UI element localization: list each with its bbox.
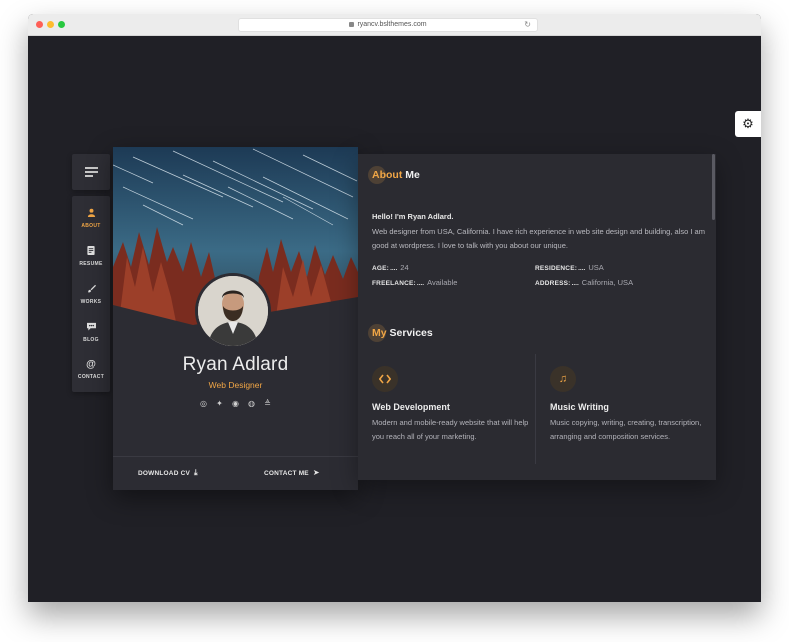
download-icon: ⤓ <box>194 468 198 477</box>
info-dots: .... <box>390 265 398 272</box>
music-icon: ♫ <box>550 366 576 392</box>
service-divider <box>535 354 536 464</box>
browser-window: ryancv.bslthemes.com ↻ ⚙ ABOUT RESUME WO… <box>28 14 761 602</box>
info-key: FREELANCE: <box>372 280 416 287</box>
nav-item-contact[interactable]: @ CONTACT <box>72 351 110 389</box>
content-panel: About Me Hello! I'm Ryan Adlard. Web des… <box>358 154 716 480</box>
info-dots: .... <box>416 280 425 287</box>
menu-toggle-button[interactable] <box>72 154 110 190</box>
document-icon <box>87 245 95 257</box>
download-cv-label: DOWNLOAD CV <box>138 470 191 477</box>
info-value: California, USA <box>581 278 634 287</box>
info-key: RESIDENCE: <box>535 265 578 272</box>
info-dots: .... <box>578 265 586 272</box>
scrollbar[interactable] <box>712 154 715 220</box>
contact-me-label: CONTACT ME <box>264 470 309 477</box>
profile-card: Ryan Adlard Web Designer ◎ ✦ ◉ ◍ ≜ DOWNL… <box>113 147 358 490</box>
title-rest-text: Me <box>402 169 420 181</box>
social-links: ◎ ✦ ◉ ◍ ≜ <box>113 399 358 408</box>
nav-item-label: ABOUT <box>81 222 101 229</box>
nav-item-blog[interactable]: BLOG <box>72 313 110 351</box>
nav-item-label: WORKS <box>80 298 102 305</box>
nav-list: ABOUT RESUME WORKS BLOG @ CONTACT <box>72 196 110 392</box>
address-bar[interactable]: ryancv.bslthemes.com ↻ <box>238 18 538 32</box>
profile-card-footer: DOWNLOAD CV ⤓ CONTACT ME ➤ <box>113 456 358 490</box>
download-cv-button[interactable]: DOWNLOAD CV ⤓ <box>138 468 198 478</box>
nav-item-label: RESUME <box>79 260 103 267</box>
avatar <box>195 273 271 349</box>
page-viewport: ⚙ ABOUT RESUME WORKS BLOG @ CONTACT Ryan… <box>28 36 761 602</box>
info-address: ADDRESS:.... California, USA <box>535 278 633 287</box>
info-freelance: FREELANCE:.... Available <box>372 278 457 287</box>
maximize-window-button[interactable] <box>58 21 65 28</box>
nav-item-label: BLOG <box>83 336 99 343</box>
browser-titlebar: ryancv.bslthemes.com ↻ <box>28 14 761 36</box>
about-section-title: About Me <box>368 166 420 184</box>
info-value: 24 <box>400 263 409 272</box>
address-bar-url: ryancv.bslthemes.com <box>357 21 427 28</box>
info-value: Available <box>427 278 458 287</box>
profile-role: Web Designer <box>208 380 263 390</box>
info-key: ADDRESS: <box>535 280 571 287</box>
info-value: USA <box>588 263 604 272</box>
github-icon[interactable]: ◉ <box>228 399 244 408</box>
side-navigation: ABOUT RESUME WORKS BLOG @ CONTACT <box>72 154 110 392</box>
info-dots: .... <box>571 280 579 287</box>
nav-item-works[interactable]: WORKS <box>72 275 110 313</box>
service-music-writing: ♫ Music Writing Music copying, writing, … <box>550 366 710 444</box>
title-accent-blob <box>368 324 386 342</box>
chat-icon <box>86 322 96 333</box>
contact-me-button[interactable]: CONTACT ME ➤ <box>264 468 320 477</box>
twitter-icon[interactable]: ✦ <box>212 399 228 408</box>
service-description: Modern and mobile-ready website that wil… <box>372 418 529 441</box>
reload-icon[interactable]: ↻ <box>524 19 531 31</box>
nav-item-resume[interactable]: RESUME <box>72 237 110 275</box>
info-key: AGE: <box>372 265 390 272</box>
at-icon: @ <box>86 359 96 370</box>
service-title: Web Development <box>372 402 450 412</box>
send-icon: ➤ <box>312 468 320 477</box>
info-age: AGE:.... 24 <box>372 263 409 272</box>
brush-icon <box>87 284 96 295</box>
dribbble-icon[interactable]: ◎ <box>196 399 212 408</box>
service-web-development: Web Development Modern and mobile-ready … <box>372 366 532 444</box>
nav-item-label: CONTACT <box>77 374 105 380</box>
hamburger-icon <box>84 165 98 180</box>
gear-icon: ⚙ <box>742 116 754 131</box>
lock-icon <box>349 21 355 27</box>
service-title: Music Writing <box>550 402 609 412</box>
minimize-window-button[interactable] <box>47 21 54 28</box>
avatar-photo <box>198 276 268 346</box>
services-section-title: My Services <box>368 324 433 342</box>
nav-item-about[interactable]: ABOUT <box>72 199 110 237</box>
close-window-button[interactable] <box>36 21 43 28</box>
user-icon <box>87 208 96 219</box>
about-bio: Web designer from USA, California. I hav… <box>372 227 705 250</box>
info-residence: RESIDENCE:.... USA <box>535 263 604 272</box>
title-rest-text: Services <box>386 327 433 339</box>
settings-button[interactable]: ⚙ <box>735 111 761 137</box>
stackoverflow-icon[interactable]: ≜ <box>260 399 276 408</box>
spotify-icon[interactable]: ◍ <box>244 399 260 408</box>
about-greeting: Hello! I'm Ryan Adlard. <box>372 212 454 221</box>
service-description: Music copying, writing, creating, transc… <box>550 418 702 441</box>
profile-name: Ryan Adlard <box>182 354 289 375</box>
title-accent-blob <box>368 166 386 184</box>
code-icon <box>372 366 398 392</box>
